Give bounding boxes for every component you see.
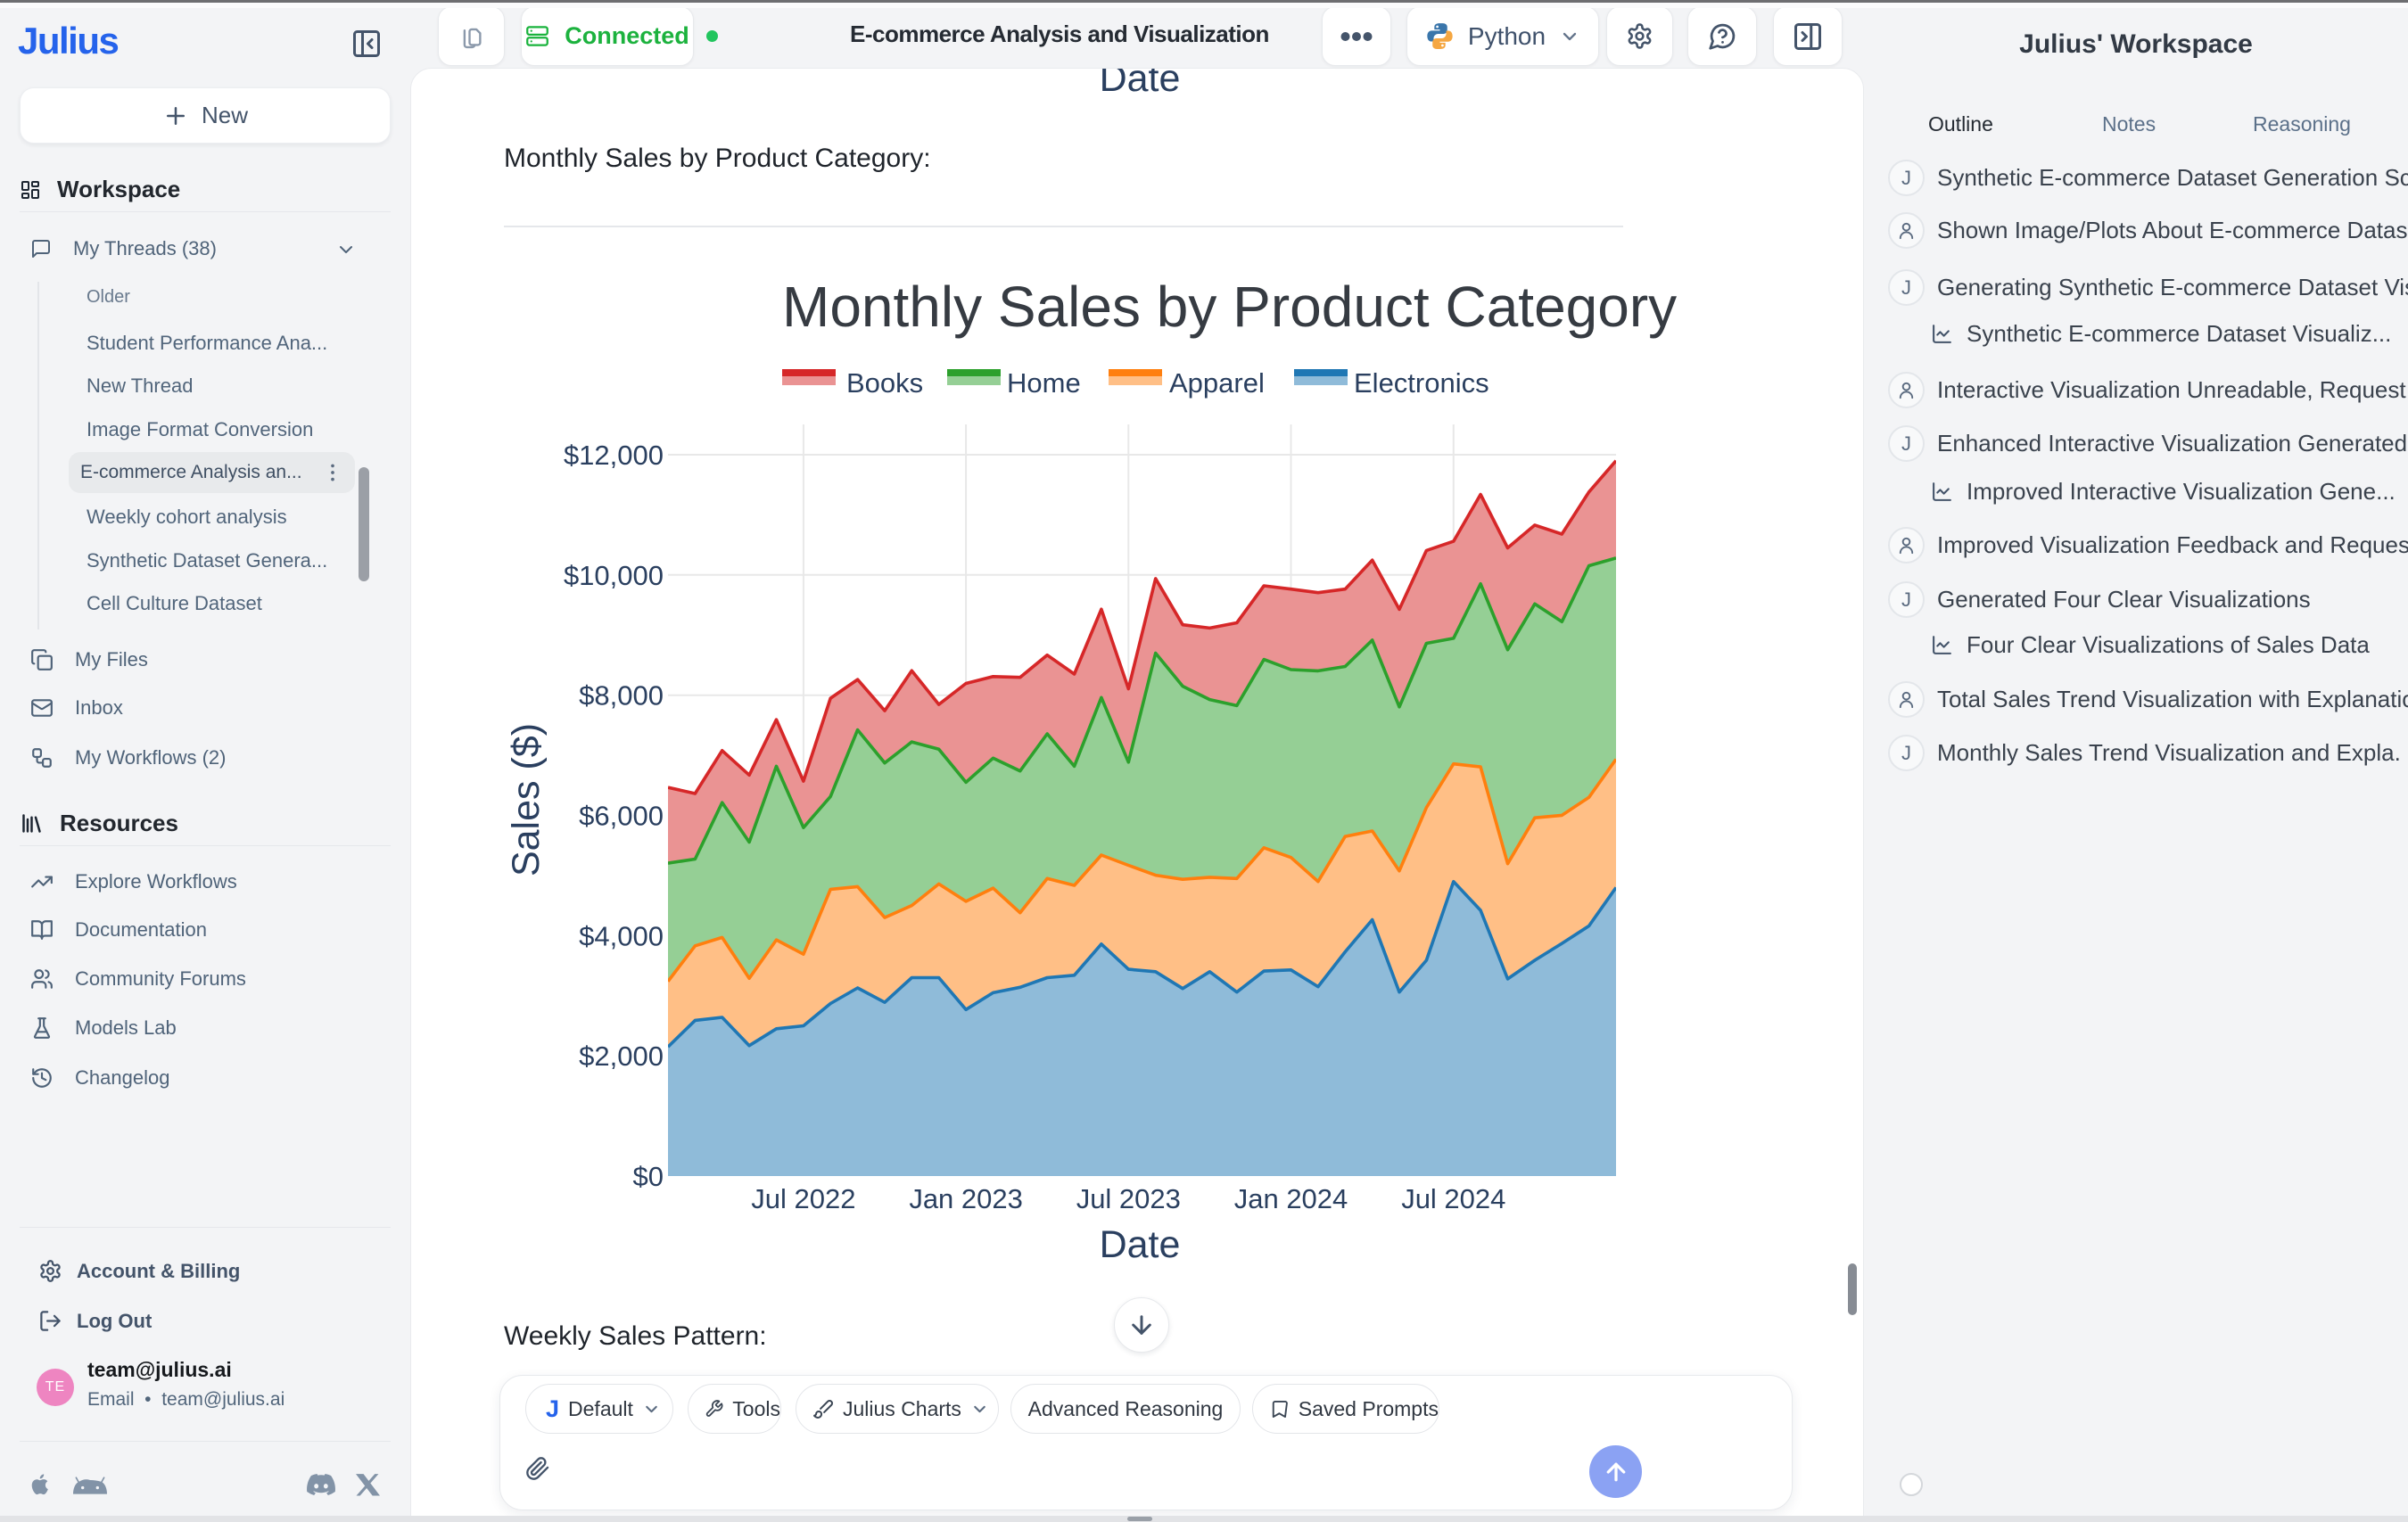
svg-text:Apparel: Apparel: [1169, 367, 1265, 399]
svg-text:$2,000: $2,000: [579, 1041, 664, 1072]
svg-text:Date: Date: [1100, 1223, 1181, 1266]
svg-text:Electronics: Electronics: [1354, 367, 1489, 399]
svg-text:Jul 2024: Jul 2024: [1401, 1183, 1505, 1214]
svg-text:$6,000: $6,000: [579, 801, 664, 832]
svg-text:Monthly Sales by Product Categ: Monthly Sales by Product Category: [782, 275, 1677, 339]
svg-text:Jul 2022: Jul 2022: [751, 1183, 855, 1214]
svg-text:Books: Books: [846, 367, 923, 399]
svg-text:$12,000: $12,000: [564, 440, 664, 471]
svg-text:$4,000: $4,000: [579, 920, 664, 951]
svg-text:Weekly Sales Pattern:: Weekly Sales Pattern:: [504, 1321, 767, 1351]
svg-text:Jan 2023: Jan 2023: [909, 1183, 1023, 1214]
svg-text:Jul 2023: Jul 2023: [1076, 1183, 1181, 1214]
svg-text:Sales ($): Sales ($): [505, 723, 548, 876]
svg-text:$0: $0: [633, 1161, 664, 1192]
svg-text:Jan 2024: Jan 2024: [1234, 1183, 1348, 1214]
svg-text:Monthly Sales by Product Categ: Monthly Sales by Product Category:: [504, 144, 931, 173]
svg-text:Home: Home: [1007, 367, 1081, 399]
svg-text:$8,000: $8,000: [579, 680, 664, 712]
svg-text:Date: Date: [1100, 57, 1181, 100]
svg-text:$10,000: $10,000: [564, 560, 664, 591]
